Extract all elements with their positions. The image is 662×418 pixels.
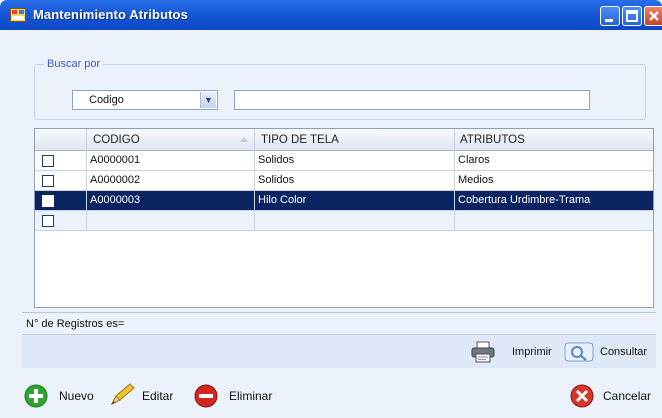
magnifier-icon bbox=[564, 342, 594, 362]
record-count-label: N° de Registros es= bbox=[26, 318, 125, 330]
cell-codigo[interactable]: A0000003 bbox=[87, 191, 255, 211]
query-button[interactable]: Consultar bbox=[564, 341, 654, 363]
cell-tipo-tela[interactable]: Solidos bbox=[255, 171, 455, 191]
new-label: Nuevo bbox=[59, 389, 94, 403]
new-button[interactable]: Nuevo bbox=[24, 384, 98, 408]
chevron-down-icon[interactable]: ▼ bbox=[200, 92, 216, 108]
search-field-select[interactable]: Codigo ▼ bbox=[72, 90, 218, 110]
close-icon bbox=[649, 11, 659, 21]
search-input[interactable] bbox=[234, 90, 590, 110]
search-group-label: Buscar por bbox=[44, 58, 104, 70]
window-title: Mantenimiento Atributos bbox=[33, 7, 188, 22]
row-selector-cell[interactable] bbox=[35, 211, 87, 231]
row-checkbox[interactable] bbox=[42, 195, 54, 207]
minimize-icon bbox=[605, 19, 613, 22]
edit-label: Editar bbox=[142, 389, 174, 403]
cell-atributos[interactable]: Cobertura Urdimbre-Trama bbox=[455, 191, 653, 211]
cell-codigo[interactable]: A0000001 bbox=[87, 151, 255, 171]
header-atributos[interactable]: ATRIBUTOS bbox=[455, 129, 653, 151]
cell-tipo-tela[interactable] bbox=[255, 211, 455, 231]
cell-codigo[interactable] bbox=[87, 211, 255, 231]
pencil-icon bbox=[110, 383, 135, 406]
minimize-button[interactable] bbox=[600, 6, 620, 26]
close-button[interactable] bbox=[644, 6, 662, 26]
cancel-button[interactable]: Cancelar bbox=[570, 384, 654, 408]
window: Mantenimiento Atributos Buscar por Codig… bbox=[0, 0, 662, 418]
print-label: Imprimir bbox=[512, 346, 552, 358]
header-codigo[interactable]: CODIGO bbox=[87, 129, 255, 151]
header-select-column[interactable] bbox=[35, 129, 87, 151]
maximize-button[interactable] bbox=[622, 6, 642, 26]
table-new-row[interactable] bbox=[35, 211, 653, 231]
search-field-value: Codigo bbox=[89, 94, 124, 106]
maximize-icon bbox=[626, 10, 638, 22]
query-label: Consultar bbox=[600, 346, 648, 358]
table-row[interactable]: A0000001 Solidos Claros bbox=[35, 151, 653, 171]
report-panel bbox=[22, 334, 656, 368]
table-row-selected[interactable]: A0000003 Hilo Color Cobertura Urdimbre-T… bbox=[35, 191, 653, 211]
cancel-label: Cancelar bbox=[603, 389, 652, 403]
cell-atributos[interactable]: Medios bbox=[455, 171, 653, 191]
row-selector-cell[interactable] bbox=[35, 191, 87, 211]
x-circle-icon bbox=[570, 384, 594, 408]
minus-circle-icon bbox=[194, 384, 218, 408]
cell-atributos[interactable]: Claros bbox=[455, 151, 653, 171]
cell-tipo-tela[interactable]: Hilo Color bbox=[255, 191, 455, 211]
cell-atributos[interactable] bbox=[455, 211, 653, 231]
plus-circle-icon bbox=[24, 384, 48, 408]
app-form-icon bbox=[10, 8, 26, 22]
record-count-bar: N° de Registros es= bbox=[22, 312, 656, 334]
delete-label: Eliminar bbox=[229, 389, 273, 403]
cell-codigo[interactable]: A0000002 bbox=[87, 171, 255, 191]
delete-button[interactable]: Eliminar bbox=[194, 384, 274, 408]
grid-header: CODIGO TIPO DE TELA ATRIBUTOS bbox=[35, 129, 653, 151]
row-checkbox[interactable] bbox=[42, 175, 54, 187]
edit-button[interactable]: Editar bbox=[108, 383, 174, 408]
cell-tipo-tela[interactable]: Solidos bbox=[255, 151, 455, 171]
print-button[interactable]: Imprimir bbox=[470, 341, 556, 363]
printer-icon bbox=[471, 341, 495, 363]
row-selector-cell[interactable] bbox=[35, 171, 87, 191]
header-tipo-tela[interactable]: TIPO DE TELA bbox=[255, 129, 455, 151]
attributes-grid: CODIGO TIPO DE TELA ATRIBUTOS A0000001 S… bbox=[34, 128, 654, 308]
row-checkbox[interactable] bbox=[42, 215, 54, 227]
row-selector-cell[interactable] bbox=[35, 151, 87, 171]
table-row[interactable]: A0000002 Solidos Medios bbox=[35, 171, 653, 191]
title-bar[interactable]: Mantenimiento Atributos bbox=[0, 0, 662, 30]
sort-ascending-icon bbox=[240, 137, 248, 142]
row-checkbox[interactable] bbox=[42, 155, 54, 167]
